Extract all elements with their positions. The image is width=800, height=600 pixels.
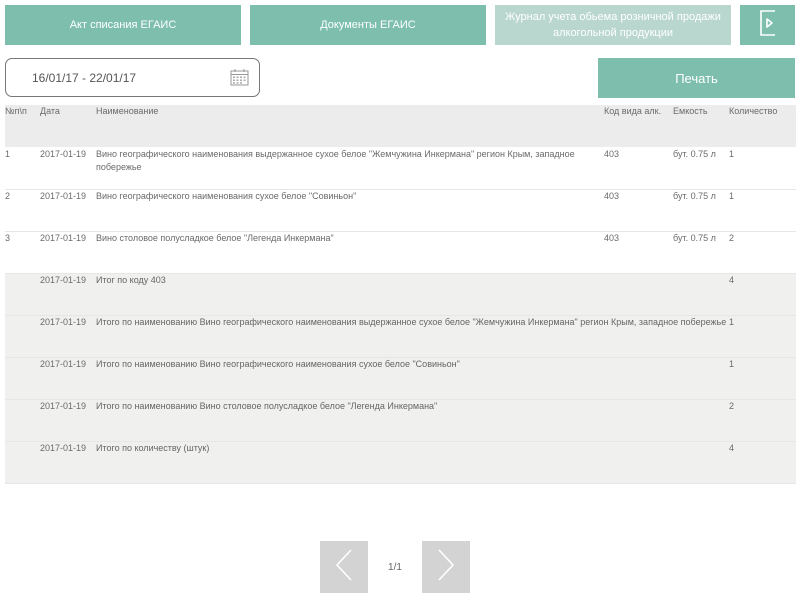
column-header-qty: Количество <box>729 106 778 116</box>
row-num: 2 <box>5 190 11 201</box>
report-table: №п\п Дата Наименование Код вида алк. Емк… <box>5 105 796 484</box>
row-name: Вино столовое полусладкое белое "Легенда… <box>96 232 334 243</box>
exit-icon <box>759 9 777 41</box>
column-header-date: Дата <box>40 106 60 116</box>
tab-sales-journal[interactable]: Журнал учета обьема розничной продажи ал… <box>495 5 731 45</box>
tab-documents-egais-label: Документы ЕГАИС <box>320 19 416 31</box>
tab-sales-journal-label: Журнал учета обьема розничной продажи ал… <box>505 11 721 39</box>
row-qty: 1 <box>729 190 735 201</box>
next-page-button[interactable] <box>422 541 470 593</box>
row-date: 2017-01-19 <box>40 148 87 159</box>
summary-date: 2017-01-19 <box>40 358 87 369</box>
row-name: Вино географического наименования сухое … <box>96 190 357 201</box>
row-qty: 1 <box>729 148 735 159</box>
table-row[interactable]: 1 2017-01-19 Вино географического наимен… <box>5 147 796 189</box>
column-header-name: Наименование <box>96 106 159 116</box>
prev-page-button[interactable] <box>320 541 368 593</box>
pagination: 1/1 <box>320 541 470 593</box>
tab-act-egais[interactable]: Акт списания ЕГАИС <box>5 5 241 45</box>
table-header-row: №п\п Дата Наименование Код вида алк. Емк… <box>5 105 796 147</box>
summary-label: Итого по наименованию Вино географическо… <box>96 358 460 369</box>
chevron-right-icon <box>436 548 456 587</box>
summary-date: 2017-01-19 <box>40 400 87 411</box>
summary-date: 2017-01-19 <box>40 316 87 327</box>
row-num: 1 <box>5 148 11 159</box>
row-date: 2017-01-19 <box>40 232 87 243</box>
table-row[interactable]: 3 2017-01-19 Вино столовое полусладкое б… <box>5 231 796 273</box>
summary-qty: 4 <box>729 442 735 453</box>
row-code: 403 <box>604 190 620 201</box>
row-capacity: бут. 0.75 л <box>673 148 716 159</box>
row-name: Вино географического наименования выдерж… <box>96 148 575 172</box>
tab-act-egais-label: Акт списания ЕГАИС <box>69 19 177 31</box>
date-range-input[interactable]: 16/01/17 - 22/01/17 <box>5 58 260 97</box>
summary-row: 2017-01-19 Итог по коду 403 4 <box>5 273 796 315</box>
row-code: 403 <box>604 148 620 159</box>
tab-documents-egais[interactable]: Документы ЕГАИС <box>250 5 486 45</box>
summary-row: 2017-01-19 Итого по наименованию Вино ге… <box>5 357 796 399</box>
row-num: 3 <box>5 232 11 243</box>
summary-label: Итого по количеству (штук) <box>96 442 210 453</box>
print-button-label: Печать <box>675 70 718 86</box>
row-code: 403 <box>604 232 620 243</box>
column-header-code: Код вида алк. <box>604 106 662 116</box>
summary-row: 2017-01-19 Итого по наименованию Вино ст… <box>5 399 796 441</box>
print-button[interactable]: Печать <box>598 58 795 98</box>
calendar-icon[interactable] <box>230 69 249 89</box>
summary-date: 2017-01-19 <box>40 442 87 453</box>
summary-label: Итого по наименованию Вино столовое полу… <box>96 400 438 411</box>
row-capacity: бут. 0.75 л <box>673 190 716 201</box>
column-header-capacity: Емкость <box>673 106 708 116</box>
summary-row: 2017-01-19 Итого по наименованию Вино ге… <box>5 315 796 357</box>
date-range-value: 16/01/17 - 22/01/17 <box>32 70 137 85</box>
chevron-left-icon <box>334 548 354 587</box>
table-row[interactable]: 2 2017-01-19 Вино географического наимен… <box>5 189 796 231</box>
row-capacity: бут. 0.75 л <box>673 232 716 243</box>
row-qty: 2 <box>729 232 735 243</box>
exit-button[interactable] <box>740 5 795 45</box>
summary-qty: 1 <box>729 358 735 369</box>
summary-row: 2017-01-19 Итого по количеству (штук) 4 <box>5 441 796 483</box>
summary-date: 2017-01-19 <box>40 274 87 285</box>
row-date: 2017-01-19 <box>40 190 87 201</box>
summary-qty: 2 <box>729 400 735 411</box>
summary-qty: 1 <box>729 316 735 327</box>
summary-label: Итог по коду 403 <box>96 274 166 285</box>
summary-label: Итого по наименованию Вино географическо… <box>96 316 727 327</box>
page-indicator: 1/1 <box>388 561 402 573</box>
column-header-num: №п\п <box>5 106 27 116</box>
summary-qty: 4 <box>729 274 735 285</box>
